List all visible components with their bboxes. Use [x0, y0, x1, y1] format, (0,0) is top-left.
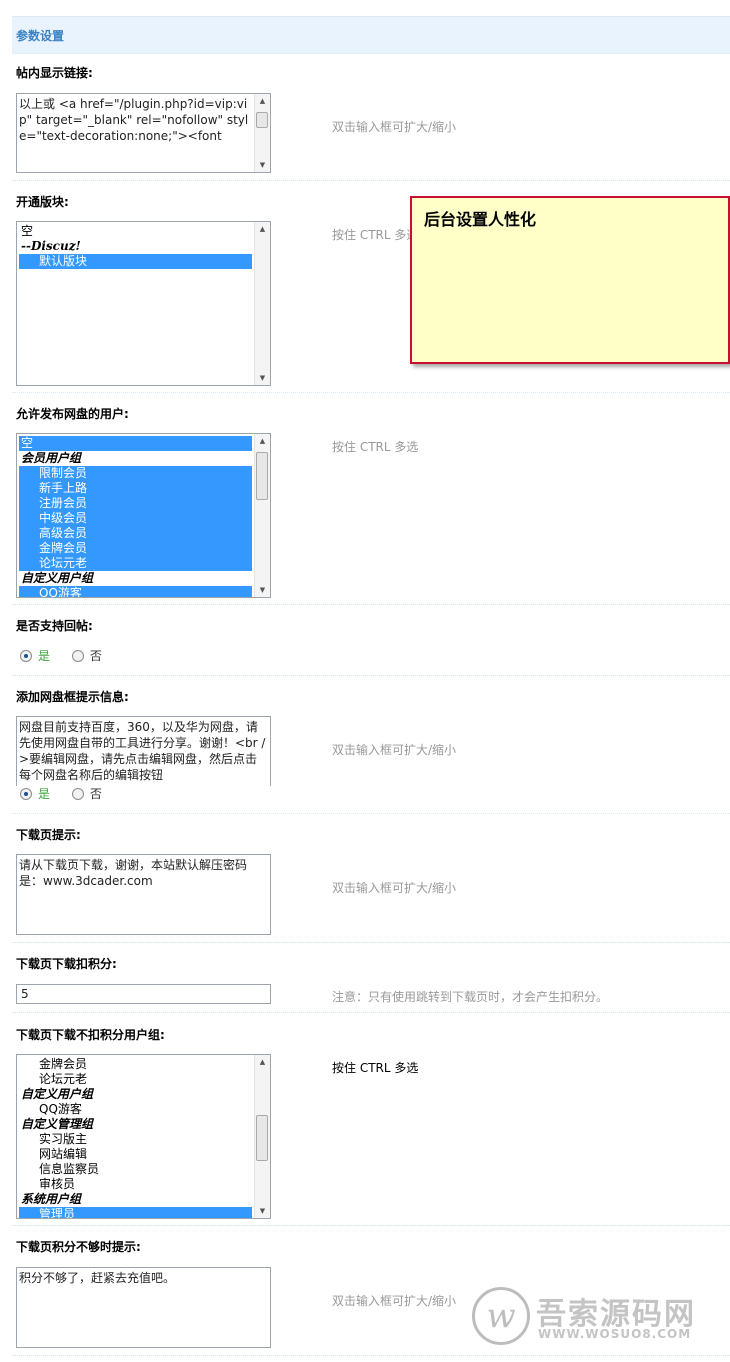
select-option[interactable]: 网站编辑 — [19, 1147, 252, 1162]
divider — [12, 1012, 730, 1013]
download-tip-label: 下载页提示: — [16, 828, 81, 842]
radio-no-label[interactable]: 否 — [90, 787, 102, 801]
select-optgroup: 系统用户组 — [21, 1192, 82, 1206]
disk-tip-value: 网盘目前支持百度，360，以及华为网盘，请先使用网盘自带的工具进行分享。谢谢！<… — [19, 720, 266, 782]
sticky-note-text: 后台设置人性化 — [424, 210, 537, 229]
select-option[interactable]: 默认版块 — [19, 254, 252, 269]
radio-yes-label[interactable]: 是 — [38, 649, 50, 663]
scroll-down-icon[interactable]: ▼ — [255, 1204, 270, 1218]
allowed-users-hint: 按住 CTRL 多选 — [332, 440, 419, 454]
deduct-points-hint: 注意：只有使用跳转到下载页时，才会产生扣积分。 — [332, 990, 609, 1004]
deduct-points-label: 下载页下载扣积分: — [16, 957, 117, 971]
divider — [12, 604, 730, 605]
radio-yes[interactable] — [20, 788, 32, 800]
radio-no[interactable] — [71, 788, 84, 800]
insufficient-tip-label: 下载页积分不够时提示: — [16, 1240, 141, 1254]
select-option[interactable]: 注册会员 — [19, 496, 252, 511]
select-option[interactable]: 金牌会员 — [19, 541, 252, 556]
scroll-down-icon[interactable]: ▼ — [255, 583, 270, 597]
support-reply-radio-group: 是 否 — [20, 647, 102, 664]
select-option[interactable]: 高级会员 — [19, 526, 252, 541]
scroll-up-icon[interactable]: ▲ — [255, 1055, 270, 1069]
select-optgroup: 自定义管理组 — [21, 1117, 94, 1131]
radio-yes[interactable] — [20, 650, 32, 662]
scroll-thumb[interactable] — [256, 452, 268, 500]
download-tip-value: 请从下载页下载，谢谢，本站默认解压密码是：www.3dcader.com — [19, 858, 248, 888]
textarea-scrollbar[interactable]: ▲ ▼ — [254, 94, 270, 172]
select-optgroup: 自定义用户组 — [21, 571, 94, 585]
divider — [12, 1225, 730, 1226]
select-option[interactable]: 中级会员 — [19, 511, 252, 526]
support-reply-label: 是否支持回帖: — [16, 619, 93, 633]
select-scrollbar[interactable]: ▲ ▼ — [254, 222, 270, 385]
scroll-down-icon[interactable]: ▼ — [255, 371, 270, 385]
section-title: 参数设置 — [16, 29, 65, 43]
select-scrollbar[interactable]: ▲ ▼ — [254, 434, 270, 597]
link-display-label: 帖内显示链接: — [16, 66, 93, 80]
select-optgroup: 自定义用户组 — [21, 1087, 94, 1101]
select-option[interactable]: 论坛元老 — [19, 556, 252, 571]
allowed-users-label: 允许发布网盘的用户: — [16, 407, 129, 421]
download-tip-hint: 双击输入框可扩大/缩小 — [332, 881, 457, 895]
allowed-users-select[interactable]: 空会员用户组 限制会员 新手上路 注册会员 中级会员 高级会员 金牌会员 论坛元老 自定义用户组… — [16, 433, 271, 598]
radio-no-label[interactable]: 否 — [90, 649, 102, 663]
link-display-value: 以上或 <a href="/plugin.php?id=vip:vip" tar… — [19, 97, 249, 143]
insufficient-tip-hint: 双击输入框可扩大/缩小 — [332, 1294, 457, 1308]
select-optgroup: 会员用户组 — [21, 451, 82, 465]
scroll-up-icon[interactable]: ▲ — [255, 94, 270, 108]
select-option[interactable]: 论坛元老 — [19, 1072, 252, 1087]
divider — [12, 1355, 730, 1356]
select-option[interactable]: 金牌会员 — [19, 1057, 252, 1072]
sticky-note: 后台设置人性化 — [410, 196, 730, 364]
insufficient-tip-textarea[interactable]: 积分不够了，赶紧去充值吧。 — [16, 1267, 271, 1348]
select-option[interactable]: 新手上路 — [19, 481, 252, 496]
select-option[interactable]: 空 — [19, 224, 252, 239]
select-option[interactable]: 限制会员 — [19, 466, 252, 481]
select-optgroup: --Discuz! — [21, 239, 81, 253]
open-forums-hint: 按住 CTRL 多选 — [332, 228, 419, 242]
radio-yes-label[interactable]: 是 — [38, 787, 50, 801]
select-option[interactable]: QQ游客 — [19, 586, 252, 597]
download-tip-textarea[interactable]: 请从下载页下载，谢谢，本站默认解压密码是：www.3dcader.com — [16, 854, 271, 935]
open-forums-select[interactable]: 空 --Discuz! 默认版块 ▲ ▼ — [16, 221, 271, 386]
select-option[interactable]: 管理员 — [19, 1207, 252, 1218]
select-option[interactable]: 空 — [19, 436, 252, 451]
scroll-down-icon[interactable]: ▼ — [255, 158, 270, 172]
link-display-hint: 双击输入框可扩大/缩小 — [332, 120, 457, 134]
scroll-up-icon[interactable]: ▲ — [255, 222, 270, 236]
disk-tip-label: 添加网盘框提示信息: — [16, 690, 129, 704]
no-deduct-groups-label: 下载页下载不扣积分用户组: — [16, 1028, 165, 1042]
no-deduct-groups-select[interactable]: 金牌会员 论坛元老 自定义用户组 QQ游客 自定义管理组 实习版主 网站编辑 信息监察员 审核员… — [16, 1054, 271, 1219]
radio-no[interactable] — [71, 650, 84, 662]
watermark-url: WWW.WOSUO8.COM — [538, 1327, 692, 1341]
disk-tip-radio-group: 是 否 — [20, 785, 102, 802]
divider — [12, 392, 730, 393]
deduct-points-input[interactable]: 5 — [16, 984, 271, 1004]
scroll-up-icon[interactable]: ▲ — [255, 434, 270, 448]
divider — [12, 180, 730, 181]
select-option[interactable]: 信息监察员 — [19, 1162, 252, 1177]
disk-tip-hint: 双击输入框可扩大/缩小 — [332, 743, 457, 757]
select-option[interactable]: 实习版主 — [19, 1132, 252, 1147]
divider — [12, 813, 730, 814]
insufficient-tip-value: 积分不够了，赶紧去充值吧。 — [19, 1271, 176, 1285]
link-display-textarea[interactable]: 以上或 <a href="/plugin.php?id=vip:vip" tar… — [16, 93, 271, 173]
open-forums-label: 开通版块: — [16, 195, 69, 209]
disk-tip-textarea[interactable]: 网盘目前支持百度，360，以及华为网盘，请先使用网盘自带的工具进行分享。谢谢！<… — [16, 716, 271, 786]
scroll-thumb[interactable] — [256, 112, 268, 128]
no-deduct-groups-hint: 按住 CTRL 多选 — [332, 1061, 419, 1075]
divider — [12, 675, 730, 676]
scroll-thumb[interactable] — [256, 1115, 268, 1161]
select-option[interactable]: QQ游客 — [19, 1102, 252, 1117]
select-scrollbar[interactable]: ▲ ▼ — [254, 1055, 270, 1218]
select-option[interactable]: 审核员 — [19, 1177, 252, 1192]
watermark-logo-icon: w — [472, 1287, 530, 1345]
section-header: 参数设置 — [12, 16, 730, 54]
divider — [12, 942, 730, 943]
site-watermark: w 吾索源码网 WWW.WOSUO8.COM — [470, 1283, 730, 1349]
